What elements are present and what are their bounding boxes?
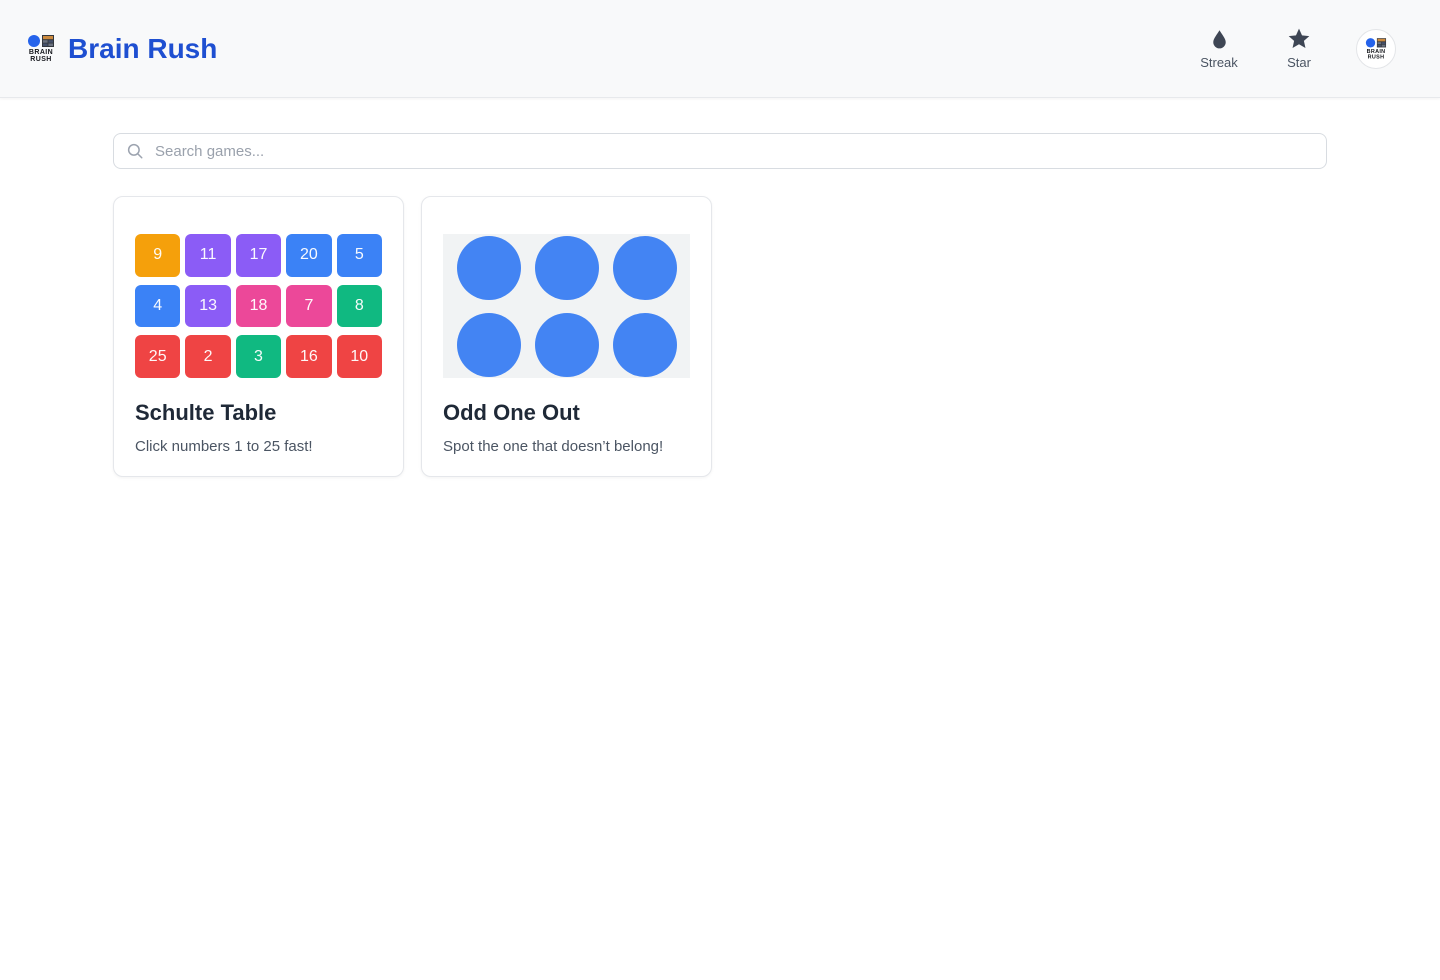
logo-grid-icon: [1376, 37, 1387, 47]
odd-circle-row: [443, 312, 690, 377]
schulte-tile-17: 17: [235, 234, 282, 277]
circle-icon: [534, 312, 599, 377]
main-content: 91117205 4131878 25231610 Schulte Table Cl…: [113, 98, 1327, 477]
game-title: Odd One Out: [443, 400, 580, 425]
schulte-grid-preview: 9 11 17 20 5 4 13 18 7 8 25 2 3 16 10: [135, 234, 382, 378]
odd-circle-row: [443, 235, 690, 300]
logo-circle-icon: [28, 34, 40, 47]
logo-text-line1: BRAIN: [28, 48, 54, 56]
odd-one-out-preview: [443, 234, 690, 378]
page-title: Brain Rush: [68, 32, 218, 64]
schulte-tile-4: 4: [135, 284, 181, 328]
brand-home-link[interactable]: BRAIN RUSH Brain Rush: [28, 33, 217, 65]
schulte-tile-11: 11: [185, 234, 231, 277]
circle-icon: [456, 235, 521, 300]
game-card-odd-one-out[interactable]: Odd One Out Spot the one that doesn’t be…: [421, 196, 712, 477]
schulte-tile-16: 16: [286, 335, 332, 378]
circle-icon: [534, 235, 599, 300]
circle-icon: [612, 235, 677, 300]
game-title: Schulte Table: [135, 400, 277, 425]
game-subtitle: Spot the one that doesn’t belong!: [443, 438, 664, 455]
star-button[interactable]: Star: [1276, 27, 1322, 70]
circle-icon: [612, 312, 677, 377]
schulte-tile-5: 5: [336, 234, 382, 277]
circle-icon: [456, 312, 521, 377]
schulte-tile-2: 2: [185, 335, 231, 378]
brain-rush-logo-icon: BRAIN RUSH: [28, 34, 54, 63]
schulte-tile-3: 3: [235, 335, 282, 378]
streak-button[interactable]: Streak: [1196, 27, 1242, 70]
app-header: BRAIN RUSH Brain Rush Streak Star BRAIN …: [0, 0, 1440, 98]
star-label: Star: [1287, 55, 1311, 70]
header-actions: Streak Star BRAIN RUSH: [1196, 27, 1396, 70]
schulte-tile-9: 9: [135, 234, 181, 277]
schulte-tile-18: 18: [235, 284, 282, 328]
schulte-tile-13: 13: [185, 284, 231, 328]
search-bar: [113, 133, 1327, 169]
schulte-tile-25: 25: [135, 335, 181, 378]
schulte-tile-8: 8: [336, 284, 382, 328]
schulte-tile-20: 20: [286, 234, 332, 277]
game-card-schulte-table[interactable]: 9 11 17 20 5 4 13 18 7 8 25 2 3 16 10 Schulte Table Cl…: [113, 196, 404, 477]
search-icon: [127, 143, 143, 159]
logo-circle-icon: [1365, 37, 1376, 47]
user-avatar[interactable]: BRAIN RUSH: [1356, 28, 1396, 69]
search-input[interactable]: [153, 141, 1314, 161]
avatar-brain-rush-logo-icon: BRAIN RUSH: [1365, 37, 1387, 59]
schulte-tile-10: 10: [336, 335, 382, 378]
logo-text-line2: RUSH: [30, 55, 52, 63]
logo-grid-icon: [42, 34, 54, 47]
schulte-tile-7: 7: [286, 284, 332, 328]
star-icon: [1288, 28, 1310, 49]
streak-label: Streak: [1200, 55, 1238, 70]
flame-drop-icon: [1212, 30, 1226, 49]
game-subtitle: Click numbers 1 to 25 fast!: [135, 438, 313, 455]
games-list: 9 11 17 20 5 4 13 18 7 8 25 2 3 16 10 Schulte Table Cl…: [113, 196, 1327, 477]
